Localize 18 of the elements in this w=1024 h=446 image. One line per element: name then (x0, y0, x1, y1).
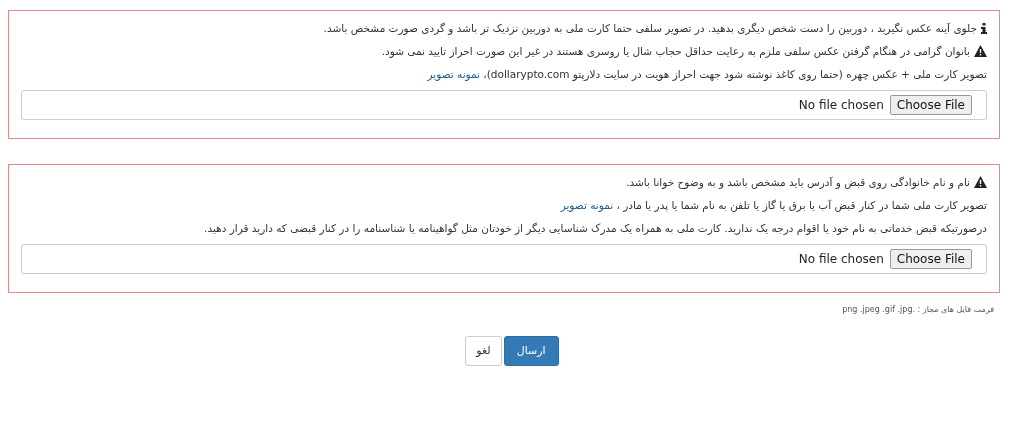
instruction-text: درصورتیکه قبض خدماتی به نام خود یا اقوام درجه یک ندارید. کارت ملی به همراه یک مدرک شناسایی دیگر از خودتان مثل گواهینامه یا شناسنامه را در کنار قبضی که دارید قرار دهید. (204, 221, 987, 235)
formats-note: فرمت فایل های مجاز : .png .jpeg .gif .jpg (842, 304, 994, 316)
warning-icon (974, 176, 987, 188)
submit-button[interactable]: ارسال (503, 336, 559, 366)
choose-file-button[interactable]: Choose File (889, 249, 972, 269)
sample-image-link[interactable]: نمونه تصویر (427, 68, 480, 80)
instruction-text: جلوی آینه عکس نگیرید ، دوربین را دست شخص دیگری بدهید. در تصویر سلفی حتما کارت ملی به دوربین نزدیک تر باشد و گردی صورت مشخص باشد. (323, 21, 977, 35)
choose-file-button[interactable]: Choose File (889, 95, 972, 115)
file-status: No file chosen (798, 251, 884, 268)
sample-image-link[interactable]: نمونه تصویر (560, 199, 614, 211)
warning-icon (974, 45, 987, 57)
info-icon (981, 22, 987, 34)
instruction-text: تصویر کارت ملی + عکس چهره (حتما روی کاغذ نوشته شود جهت احراز هویت در سایت دلارپتو dollarypto.com)، نمونه تصویر (427, 67, 987, 81)
instruction-text: بانوان گرامی در هنگام گرفتن عکس سلفی ملزم به رعایت حداقل حجاب شال یا روسری هستند در غیر این صورت احراز تایید نمی شود. (381, 44, 970, 58)
instruction-text: نام و نام خانوادگی روی قبض و آدرس باید مشخص باشد و به وضوح خوانا باشد. (626, 175, 970, 189)
instruction-text: تصویر کارت ملی شما در کنار قبض آب یا برق یا گاز یا تلفن به نام شما یا پدر یا مادر ، نمونه تصویر (560, 198, 987, 212)
file-status: No file chosen (798, 97, 884, 114)
cancel-button[interactable]: لغو (465, 336, 502, 366)
